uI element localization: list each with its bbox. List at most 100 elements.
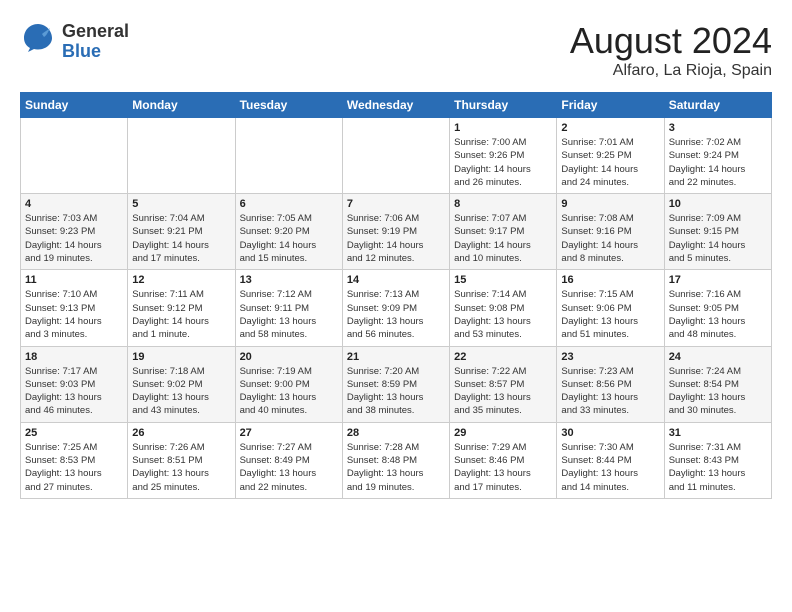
calendar-cell: 18 Sunrise: 7:17 AM Sunset: 9:03 PM Dayli… xyxy=(21,346,128,422)
header-saturday: Saturday xyxy=(664,93,771,118)
calendar-cell: 28Sunrise: 7:28 AM Sunset: 8:48 PM Dayli… xyxy=(342,422,449,498)
calendar-cell: 20Sunrise: 7:19 AM Sunset: 9:00 PM Dayli… xyxy=(235,346,342,422)
day-number: 26 xyxy=(132,427,230,439)
day-info: Sunrise: 7:03 AM Sunset: 9:23 PM Dayligh… xyxy=(25,212,123,265)
calendar-cell: 15 Sunrise: 7:14 AM Sunset: 9:08 PM Dayli… xyxy=(450,270,557,346)
day-info: Sunrise: 7:05 AM Sunset: 9:20 PM Dayligh… xyxy=(240,212,338,265)
day-info: Sunrise: 7:20 AM Sunset: 8:59 PM Dayligh… xyxy=(347,365,445,418)
header-monday: Monday xyxy=(128,93,235,118)
header-thursday: Thursday xyxy=(450,93,557,118)
day-info: Sunrise: 7:16 AM Sunset: 9:05 PM Dayligh… xyxy=(669,288,767,341)
calendar-cell: 29Sunrise: 7:29 AM Sunset: 8:46 PM Dayli… xyxy=(450,422,557,498)
day-info: Sunrise: 7:17 AM Sunset: 9:03 PM Dayligh… xyxy=(25,365,123,418)
day-info: Sunrise: 7:01 AM Sunset: 9:25 PM Dayligh… xyxy=(561,136,659,189)
day-number: 8 xyxy=(454,198,552,210)
day-info: Sunrise: 7:27 AM Sunset: 8:49 PM Dayligh… xyxy=(240,441,338,494)
day-number: 6 xyxy=(240,198,338,210)
day-number: 29 xyxy=(454,427,552,439)
calendar-cell: 10 Sunrise: 7:09 AM Sunset: 9:15 PM Dayli… xyxy=(664,194,771,270)
title-block: August 2024 Alfaro, La Rioja, Spain xyxy=(570,20,772,80)
day-info: Sunrise: 7:31 AM Sunset: 8:43 PM Dayligh… xyxy=(669,441,767,494)
day-info: Sunrise: 7:00 AM Sunset: 9:26 PM Dayligh… xyxy=(454,136,552,189)
header-friday: Friday xyxy=(557,93,664,118)
day-number: 14 xyxy=(347,274,445,286)
calendar-cell: 30 Sunrise: 7:30 AM Sunset: 8:44 PM Dayli… xyxy=(557,422,664,498)
calendar-cell xyxy=(21,118,128,194)
header-sunday: Sunday xyxy=(21,93,128,118)
day-info: Sunrise: 7:22 AM Sunset: 8:57 PM Dayligh… xyxy=(454,365,552,418)
day-number: 4 xyxy=(25,198,123,210)
logo-bird-icon xyxy=(20,20,56,63)
logo-text: General Blue xyxy=(62,22,129,62)
calendar-cell: 24 Sunrise: 7:24 AM Sunset: 8:54 PM Dayli… xyxy=(664,346,771,422)
day-number: 25 xyxy=(25,427,123,439)
day-number: 2 xyxy=(561,122,659,134)
day-info: Sunrise: 7:28 AM Sunset: 8:48 PM Dayligh… xyxy=(347,441,445,494)
day-number: 16 xyxy=(561,274,659,286)
calendar-cell: 25 Sunrise: 7:25 AM Sunset: 8:53 PM Dayli… xyxy=(21,422,128,498)
logo-blue: Blue xyxy=(62,42,129,62)
day-number: 20 xyxy=(240,351,338,363)
day-info: Sunrise: 7:07 AM Sunset: 9:17 PM Dayligh… xyxy=(454,212,552,265)
month-title: August 2024 xyxy=(570,20,772,62)
day-number: 15 xyxy=(454,274,552,286)
day-info: Sunrise: 7:25 AM Sunset: 8:53 PM Dayligh… xyxy=(25,441,123,494)
day-info: Sunrise: 7:23 AM Sunset: 8:56 PM Dayligh… xyxy=(561,365,659,418)
calendar-cell: 9Sunrise: 7:08 AM Sunset: 9:16 PM Daylig… xyxy=(557,194,664,270)
logo-general: General xyxy=(62,22,129,42)
day-info: Sunrise: 7:14 AM Sunset: 9:08 PM Dayligh… xyxy=(454,288,552,341)
calendar-cell: 22 Sunrise: 7:22 AM Sunset: 8:57 PM Dayli… xyxy=(450,346,557,422)
day-number: 10 xyxy=(669,198,767,210)
page-header: General Blue August 2024 Alfaro, La Rioj… xyxy=(20,20,772,80)
day-info: Sunrise: 7:08 AM Sunset: 9:16 PM Dayligh… xyxy=(561,212,659,265)
calendar-header-row: SundayMondayTuesdayWednesdayThursdayFrid… xyxy=(21,93,772,118)
calendar-week-3: 11Sunrise: 7:10 AM Sunset: 9:13 PM Dayli… xyxy=(21,270,772,346)
calendar-cell: 7Sunrise: 7:06 AM Sunset: 9:19 PM Daylig… xyxy=(342,194,449,270)
day-info: Sunrise: 7:18 AM Sunset: 9:02 PM Dayligh… xyxy=(132,365,230,418)
day-info: Sunrise: 7:09 AM Sunset: 9:15 PM Dayligh… xyxy=(669,212,767,265)
day-number: 24 xyxy=(669,351,767,363)
day-info: Sunrise: 7:12 AM Sunset: 9:11 PM Dayligh… xyxy=(240,288,338,341)
day-number: 5 xyxy=(132,198,230,210)
day-info: Sunrise: 7:06 AM Sunset: 9:19 PM Dayligh… xyxy=(347,212,445,265)
day-number: 30 xyxy=(561,427,659,439)
calendar-cell: 1 Sunrise: 7:00 AM Sunset: 9:26 PM Daylig… xyxy=(450,118,557,194)
calendar-body: 1 Sunrise: 7:00 AM Sunset: 9:26 PM Daylig… xyxy=(21,118,772,499)
day-info: Sunrise: 7:24 AM Sunset: 8:54 PM Dayligh… xyxy=(669,365,767,418)
calendar-cell: 16 Sunrise: 7:15 AM Sunset: 9:06 PM Dayli… xyxy=(557,270,664,346)
calendar-cell: 23 Sunrise: 7:23 AM Sunset: 8:56 PM Dayli… xyxy=(557,346,664,422)
day-number: 27 xyxy=(240,427,338,439)
calendar-cell xyxy=(342,118,449,194)
calendar-cell: 11Sunrise: 7:10 AM Sunset: 9:13 PM Dayli… xyxy=(21,270,128,346)
calendar-cell: 8 Sunrise: 7:07 AM Sunset: 9:17 PM Daylig… xyxy=(450,194,557,270)
day-number: 17 xyxy=(669,274,767,286)
day-number: 23 xyxy=(561,351,659,363)
calendar-cell: 19Sunrise: 7:18 AM Sunset: 9:02 PM Dayli… xyxy=(128,346,235,422)
day-number: 13 xyxy=(240,274,338,286)
day-number: 22 xyxy=(454,351,552,363)
day-number: 3 xyxy=(669,122,767,134)
location-title: Alfaro, La Rioja, Spain xyxy=(570,62,772,80)
day-number: 18 xyxy=(25,351,123,363)
day-number: 21 xyxy=(347,351,445,363)
calendar-cell: 6 Sunrise: 7:05 AM Sunset: 9:20 PM Daylig… xyxy=(235,194,342,270)
day-info: Sunrise: 7:13 AM Sunset: 9:09 PM Dayligh… xyxy=(347,288,445,341)
calendar-cell: 4 Sunrise: 7:03 AM Sunset: 9:23 PM Daylig… xyxy=(21,194,128,270)
calendar-week-1: 1 Sunrise: 7:00 AM Sunset: 9:26 PM Daylig… xyxy=(21,118,772,194)
day-number: 31 xyxy=(669,427,767,439)
calendar-cell: 31 Sunrise: 7:31 AM Sunset: 8:43 PM Dayli… xyxy=(664,422,771,498)
day-number: 1 xyxy=(454,122,552,134)
calendar-cell: 12Sunrise: 7:11 AM Sunset: 9:12 PM Dayli… xyxy=(128,270,235,346)
calendar-cell: 2 Sunrise: 7:01 AM Sunset: 9:25 PM Daylig… xyxy=(557,118,664,194)
day-info: Sunrise: 7:30 AM Sunset: 8:44 PM Dayligh… xyxy=(561,441,659,494)
day-info: Sunrise: 7:02 AM Sunset: 9:24 PM Dayligh… xyxy=(669,136,767,189)
calendar-cell: 17 Sunrise: 7:16 AM Sunset: 9:05 PM Dayli… xyxy=(664,270,771,346)
calendar-cell: 13 Sunrise: 7:12 AM Sunset: 9:11 PM Dayli… xyxy=(235,270,342,346)
logo: General Blue xyxy=(20,20,129,63)
calendar-cell: 5Sunrise: 7:04 AM Sunset: 9:21 PM Daylig… xyxy=(128,194,235,270)
day-info: Sunrise: 7:15 AM Sunset: 9:06 PM Dayligh… xyxy=(561,288,659,341)
calendar-cell xyxy=(128,118,235,194)
calendar-cell xyxy=(235,118,342,194)
calendar-cell: 21 Sunrise: 7:20 AM Sunset: 8:59 PM Dayli… xyxy=(342,346,449,422)
calendar-week-5: 25 Sunrise: 7:25 AM Sunset: 8:53 PM Dayli… xyxy=(21,422,772,498)
